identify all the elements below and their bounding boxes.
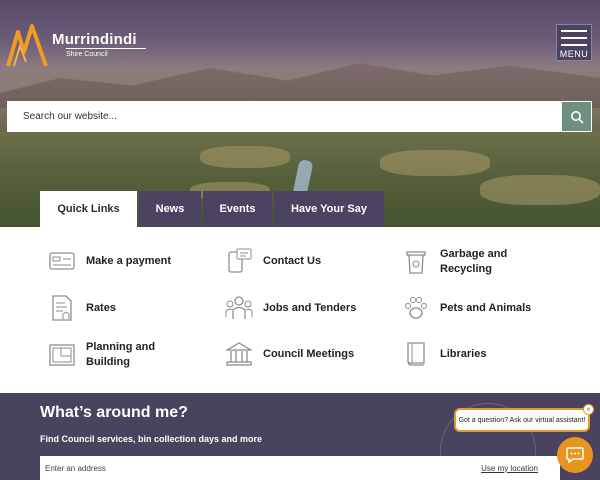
around-me-title: What’s around me? xyxy=(40,404,188,421)
people-icon xyxy=(225,294,253,322)
quick-link-libraries[interactable]: Libraries xyxy=(402,340,486,368)
content-tabs: Quick Links News Events Have Your Say xyxy=(40,191,386,227)
quick-links-panel: Make a payment Contact Us Garbage and Re… xyxy=(0,227,600,393)
quick-link-label: Garbage and Recycling xyxy=(440,248,508,275)
tab-quick-links[interactable]: Quick Links xyxy=(40,191,137,227)
logo-subtitle: Shire Council xyxy=(66,48,146,58)
menu-button[interactable]: MENU xyxy=(556,24,592,61)
quick-link-label: Planning and Building xyxy=(86,341,156,368)
menu-label: MENU xyxy=(559,49,589,59)
chat-launcher-button[interactable] xyxy=(557,437,593,473)
tab-news[interactable]: News xyxy=(139,191,201,227)
quick-link-label: Rates xyxy=(86,301,116,314)
quick-link-rates[interactable]: Rates xyxy=(48,294,116,322)
chat-close-button[interactable]: × xyxy=(583,404,594,415)
quick-link-label: Contact Us xyxy=(263,254,322,267)
quick-link-jobs-tenders[interactable]: Jobs and Tenders xyxy=(225,294,356,322)
quick-link-garbage-recycling[interactable]: Garbage and Recycling xyxy=(402,247,550,277)
tab-have-your-say[interactable]: Have Your Say xyxy=(274,191,384,227)
council-logo[interactable]: Murrindindi Shire Council xyxy=(6,22,146,68)
payment-card-icon xyxy=(48,247,76,275)
paw-icon xyxy=(402,294,430,322)
search-icon xyxy=(570,110,584,124)
use-my-location-link[interactable]: Use my location xyxy=(481,464,538,473)
search-input[interactable] xyxy=(7,101,562,132)
site-search xyxy=(7,101,592,132)
hamburger-icon xyxy=(561,30,587,46)
rates-document-icon xyxy=(48,294,76,322)
quick-link-council-meetings[interactable]: Council Meetings xyxy=(225,340,354,368)
logo-name: Murrindindi xyxy=(52,31,137,48)
book-icon xyxy=(402,340,430,368)
search-button[interactable] xyxy=(562,102,591,131)
hero-field xyxy=(380,150,490,176)
hero-field xyxy=(480,175,600,205)
building-icon xyxy=(225,340,253,368)
quick-link-label: Make a payment xyxy=(86,254,171,267)
tab-events[interactable]: Events xyxy=(203,191,272,227)
chat-prompt-bubble[interactable]: Got a question? Ask our virtual assistan… xyxy=(454,408,590,432)
quick-link-label: Jobs and Tenders xyxy=(263,301,357,314)
quick-link-contact-us[interactable]: Contact Us xyxy=(225,247,321,275)
hero-field xyxy=(200,146,290,168)
quick-link-pets-animals[interactable]: Pets and Animals xyxy=(402,294,531,322)
around-me-description: Find Council services, bin collection da… xyxy=(40,434,263,444)
quick-link-label: Council Meetings xyxy=(263,347,355,360)
around-me-section: What’s around me? Find Council services,… xyxy=(0,393,600,480)
quick-link-label: Pets and Animals xyxy=(440,301,532,314)
council-logo-icon xyxy=(6,24,48,67)
address-input[interactable] xyxy=(40,463,482,473)
address-search: Use my location xyxy=(40,456,560,480)
floor-plan-icon xyxy=(48,341,76,369)
bin-icon xyxy=(402,248,430,276)
quick-link-make-payment[interactable]: Make a payment xyxy=(48,247,171,275)
quick-link-planning-building[interactable]: Planning and Building xyxy=(48,340,196,370)
contact-phone-icon xyxy=(225,247,253,275)
quick-link-label: Libraries xyxy=(440,347,487,360)
hero-banner: Murrindindi Shire Council MENU Quick Lin… xyxy=(0,0,600,227)
chat-icon xyxy=(566,447,584,463)
